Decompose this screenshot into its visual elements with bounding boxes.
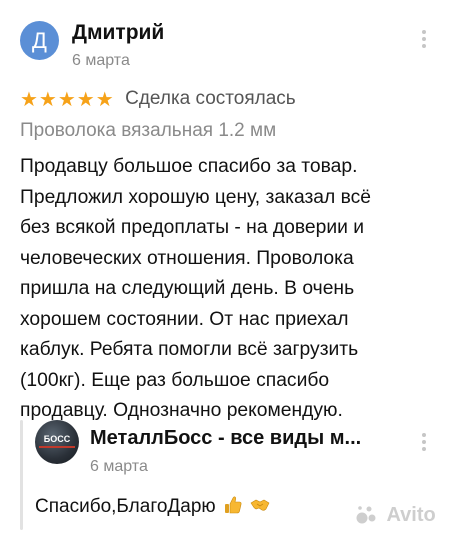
seller-logo[interactable]: БОСС bbox=[35, 420, 79, 464]
seller-logo-text: БОСС bbox=[43, 434, 71, 444]
review-text-line: хорошем состоянии. От нас приехал bbox=[20, 308, 349, 330]
review-text-line: каблук. Ребята помогли всё загрузить bbox=[20, 339, 359, 360]
review-text-line: без всякой предоплаты - на доверии и bbox=[20, 217, 365, 238]
seller-logo-stripe bbox=[39, 446, 75, 448]
review-date: 6 марта bbox=[72, 52, 130, 69]
watermark-text: Avito bbox=[386, 503, 436, 526]
kebab-menu-icon[interactable] bbox=[419, 28, 429, 50]
seller-name[interactable]: МеталлБосс - все виды м... bbox=[90, 427, 361, 450]
review-text-line: Предложил хорошую цену, заказал всё bbox=[20, 186, 372, 208]
rating-row: ★★★★★ Сделка состоялась bbox=[20, 87, 296, 113]
reply-divider bbox=[20, 420, 23, 530]
review-text-line: (100кг). Еще раз большое спасибо bbox=[20, 369, 330, 391]
product-title[interactable]: Проволока вязальная 1.2 мм bbox=[20, 120, 276, 142]
review-text-line: пришла на следующий день. В очень bbox=[20, 278, 355, 299]
handshake-icon bbox=[250, 499, 270, 511]
review-text-line: Продавцу большое спасибо за товар. bbox=[20, 156, 358, 177]
author-name[interactable]: Дмитрий bbox=[72, 21, 164, 45]
reply-text-row: Спасибо,БлагоДарю bbox=[35, 495, 270, 518]
reply-date: 6 марта bbox=[90, 458, 148, 475]
star-rating: ★★★★★ bbox=[20, 87, 115, 111]
review-text: Продавцу большое спасибо за товар. Предл… bbox=[20, 152, 445, 427]
reply-text: Спасибо,БлагоДарю bbox=[35, 496, 216, 517]
review-text-line: продавцу. Однозначно рекомендую. bbox=[20, 400, 343, 421]
avatar[interactable]: Д bbox=[20, 21, 59, 60]
review-card: Д Дмитрий 6 марта ★★★★★ Сделка состоялас… bbox=[0, 0, 460, 540]
review-text-line: человеческих отношения. Проволока bbox=[20, 247, 354, 269]
avito-logo-icon bbox=[356, 506, 376, 524]
avito-watermark: Avito bbox=[355, 503, 436, 527]
deal-status: Сделка состоялась bbox=[125, 88, 296, 109]
kebab-menu-icon[interactable] bbox=[419, 431, 429, 453]
thumbs-up-icon bbox=[224, 496, 242, 514]
